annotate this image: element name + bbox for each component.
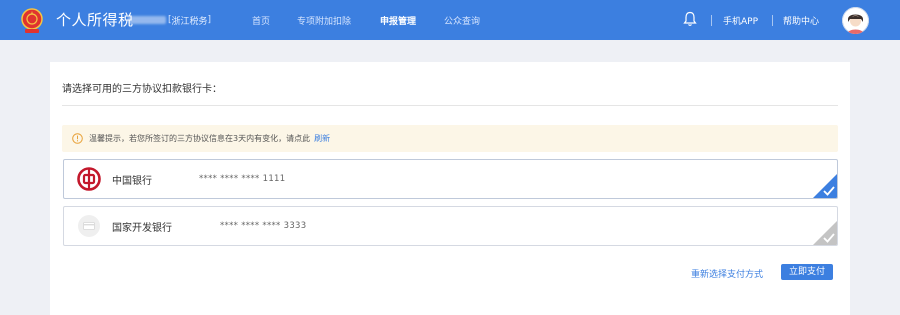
nav-declaration-management[interactable]: 申报管理 bbox=[380, 14, 416, 27]
top-header: 个人所得税 [ 浙江税务 ] 首页 专项附加扣除 申报管理 公众查询 手机APP… bbox=[0, 0, 900, 40]
selected-check-icon bbox=[813, 174, 837, 198]
refresh-link[interactable]: 刷新 bbox=[314, 134, 330, 143]
region-name: 浙江税务 bbox=[171, 16, 208, 27]
boc-logo-icon bbox=[77, 167, 101, 191]
payment-card-panel: 请选择可用的三方协议扣款银行卡： 温馨提示，若您所签订的三方协议信息在3天内有变… bbox=[50, 62, 850, 315]
user-avatar[interactable] bbox=[842, 7, 869, 34]
nav-home[interactable]: 首页 bbox=[252, 14, 270, 27]
nav-public-query[interactable]: 公众查询 bbox=[444, 14, 480, 27]
bell-icon[interactable] bbox=[683, 11, 697, 27]
bank-name: 国家开发银行 bbox=[112, 223, 172, 234]
reselect-payment-link[interactable]: 重新选择支付方式 bbox=[691, 267, 763, 280]
tax-emblem-icon bbox=[21, 8, 43, 33]
mobile-app-link[interactable]: 手机APP bbox=[723, 14, 758, 27]
header-divider bbox=[772, 15, 773, 26]
card-number: **** **** **** 1111 bbox=[199, 174, 286, 184]
bank-card-option[interactable]: 国家开发银行 **** **** **** 3333 bbox=[63, 206, 838, 246]
region-label: [ 浙江税务 ] bbox=[128, 13, 211, 27]
pay-now-button[interactable]: 立即支付 bbox=[781, 264, 833, 280]
bank-card-option[interactable]: 中国银行 **** **** **** 1111 bbox=[63, 159, 838, 199]
card-number: **** **** **** 3333 bbox=[220, 221, 307, 231]
bank-card-icon bbox=[78, 215, 100, 237]
notice-banner: 温馨提示，若您所签订的三方协议信息在3天内有变化，请点此 刷新 bbox=[62, 125, 838, 152]
region-redacted bbox=[128, 16, 166, 24]
divider bbox=[62, 105, 838, 106]
app-title: 个人所得税 bbox=[56, 11, 134, 29]
notice-text: 温馨提示，若您所签订的三方协议信息在3天内有变化，请点此 刷新 bbox=[89, 134, 331, 143]
info-circle-icon bbox=[72, 133, 83, 144]
page-title: 请选择可用的三方协议扣款银行卡： bbox=[62, 84, 222, 95]
bank-name: 中国银行 bbox=[112, 176, 152, 187]
header-divider bbox=[711, 15, 712, 26]
help-center-link[interactable]: 帮助中心 bbox=[783, 14, 819, 27]
unselected-check-icon bbox=[813, 221, 837, 245]
nav-special-deduction[interactable]: 专项附加扣除 bbox=[297, 14, 351, 27]
